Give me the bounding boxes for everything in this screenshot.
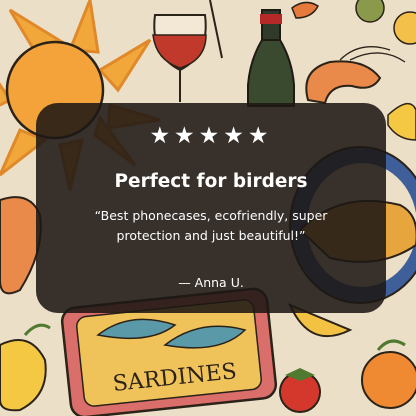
review-tile: SARDINES ★★★★★ Perfect for birders “Best… bbox=[0, 0, 416, 416]
rating-stars: ★★★★★ bbox=[149, 123, 273, 149]
review-title: Perfect for birders bbox=[114, 171, 308, 192]
review-quote: “Best phonecases, ecofriendly, super pro… bbox=[94, 208, 328, 243]
review-author: — Anna U. bbox=[178, 275, 244, 290]
review-card: ★★★★★ Perfect for birders “Best phonecas… bbox=[36, 103, 386, 313]
tomato-illustration bbox=[279, 368, 321, 413]
